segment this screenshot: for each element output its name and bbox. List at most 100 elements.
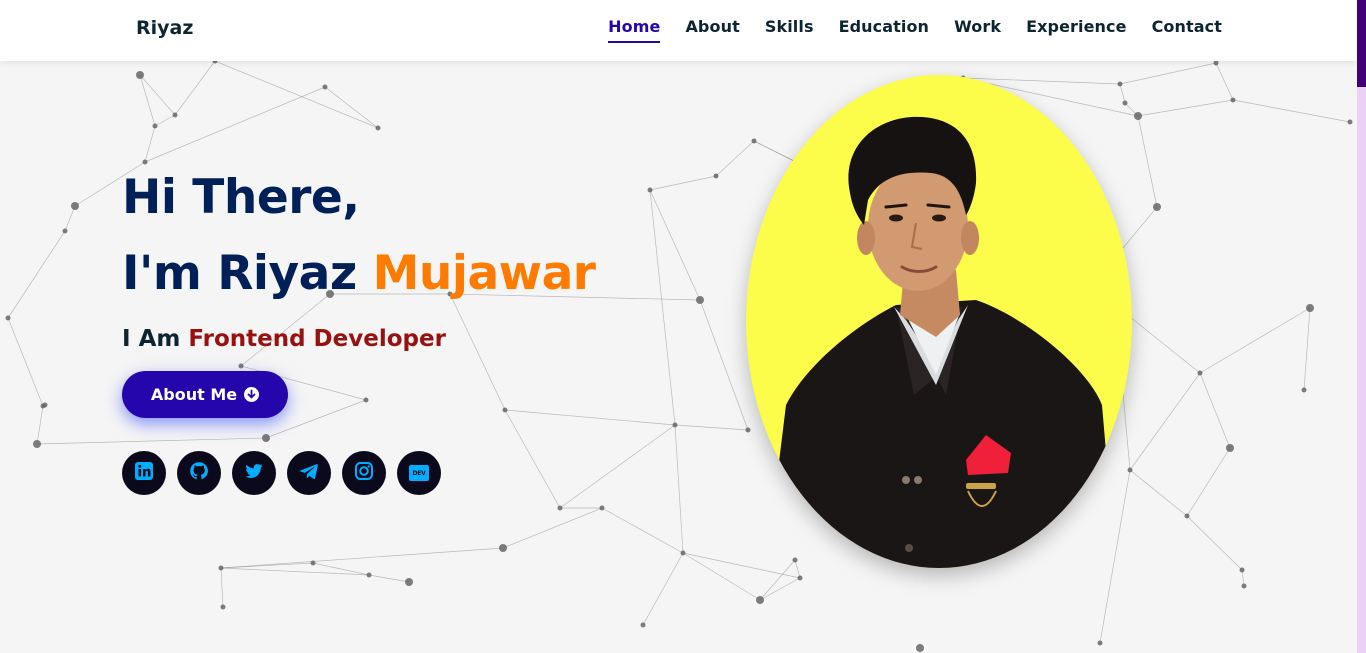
network-link xyxy=(601,507,684,554)
network-node xyxy=(220,604,226,610)
network-node xyxy=(1153,203,1161,211)
network-link xyxy=(220,562,314,569)
network-link xyxy=(214,60,379,129)
network-node xyxy=(1197,370,1203,376)
network-link xyxy=(154,114,176,127)
profile-photo-illustration xyxy=(766,116,1116,568)
nav-experience[interactable]: Experience xyxy=(1026,17,1127,43)
instagram-icon xyxy=(354,461,374,485)
network-link xyxy=(1137,99,1234,117)
hero-subtitle-prefix: I Am xyxy=(122,326,181,352)
network-node xyxy=(310,560,316,566)
network-link xyxy=(174,60,216,116)
social-dev[interactable]: DEV xyxy=(397,451,441,495)
network-node xyxy=(680,550,686,556)
network-link xyxy=(649,189,676,426)
about-me-button[interactable]: About Me xyxy=(122,371,288,418)
network-link xyxy=(1303,307,1311,391)
network-node xyxy=(218,565,224,571)
social-twitter[interactable] xyxy=(232,451,276,495)
brand-logo[interactable]: Riyaz xyxy=(136,17,193,39)
network-node xyxy=(1306,304,1314,312)
network-node xyxy=(1213,60,1219,66)
page-scrollbar[interactable] xyxy=(1357,0,1366,653)
network-link xyxy=(1186,515,1243,571)
dev-icon: DEV xyxy=(409,465,429,481)
network-node xyxy=(172,112,178,118)
hero-greeting: Hi There, xyxy=(122,170,360,225)
linkedin-icon xyxy=(134,461,154,485)
network-node xyxy=(363,397,369,403)
network-link xyxy=(1137,115,1158,208)
network-link xyxy=(674,424,684,554)
network-node xyxy=(756,596,764,604)
network-node xyxy=(1301,387,1307,393)
network-node xyxy=(1230,97,1236,103)
network-link xyxy=(312,562,370,576)
network-link xyxy=(682,552,761,601)
social-linkedin[interactable] xyxy=(122,451,166,495)
network-link xyxy=(715,140,755,177)
arrow-circle-down-icon xyxy=(244,387,260,402)
network-node xyxy=(672,422,678,428)
network-node xyxy=(1117,81,1123,87)
nav-home[interactable]: Home xyxy=(608,17,661,43)
network-node xyxy=(599,505,605,511)
network-node xyxy=(1127,467,1133,473)
network-node xyxy=(797,575,803,581)
network-node xyxy=(322,84,328,90)
network-link xyxy=(559,424,676,509)
network-node xyxy=(33,440,41,448)
social-links: DEV xyxy=(122,451,441,495)
nav-work[interactable]: Work xyxy=(954,17,1001,43)
network-node xyxy=(152,123,158,129)
network-node xyxy=(375,125,381,131)
scrollbar-thumb[interactable] xyxy=(1357,0,1366,87)
network-link xyxy=(220,567,370,576)
network-link xyxy=(36,437,267,445)
network-link xyxy=(1119,83,1126,104)
network-node xyxy=(5,315,11,321)
social-telegram[interactable] xyxy=(287,451,331,495)
profile-photo xyxy=(746,75,1132,568)
network-node xyxy=(1097,640,1103,646)
hero-subtitle-role: Frontend Developer xyxy=(188,326,446,352)
github-icon xyxy=(189,461,209,485)
network-node xyxy=(557,505,563,511)
network-node xyxy=(1184,513,1190,519)
network-node xyxy=(751,138,757,144)
main-nav: Home About Skills Education Work Experie… xyxy=(608,17,1222,43)
nav-education[interactable]: Education xyxy=(839,17,929,43)
network-node xyxy=(647,187,653,193)
social-github[interactable] xyxy=(177,451,221,495)
network-link xyxy=(1199,372,1231,449)
nav-about[interactable]: About xyxy=(685,17,739,43)
network-link xyxy=(324,86,379,129)
network-link xyxy=(220,547,504,569)
nav-contact[interactable]: Contact xyxy=(1152,17,1222,43)
network-link xyxy=(504,409,561,509)
network-link xyxy=(1129,469,1188,517)
network-link xyxy=(759,559,796,601)
hero-heading-block: Hi There, I'm Riyaz Mujawar I Am Fronten… xyxy=(122,160,596,352)
navbar: Riyaz Home About Skills Education Work E… xyxy=(0,0,1357,61)
network-link xyxy=(1099,469,1131,644)
network-node xyxy=(366,572,372,578)
network-node xyxy=(71,202,79,210)
hero-subtitle: I Am Frontend Developer xyxy=(122,326,595,352)
hero-name-accent: Mujawar xyxy=(372,246,596,301)
network-link xyxy=(759,577,801,601)
network-link xyxy=(64,205,76,232)
network-link xyxy=(1186,447,1231,517)
network-node xyxy=(792,557,798,563)
social-instagram[interactable] xyxy=(342,451,386,495)
network-link xyxy=(139,74,156,127)
network-node xyxy=(62,228,68,234)
network-node xyxy=(499,544,507,552)
nav-skills[interactable]: Skills xyxy=(765,17,814,43)
network-node xyxy=(1239,567,1245,573)
network-node xyxy=(1226,444,1234,452)
network-link xyxy=(368,574,410,583)
network-link xyxy=(642,552,684,626)
network-node xyxy=(713,173,719,179)
